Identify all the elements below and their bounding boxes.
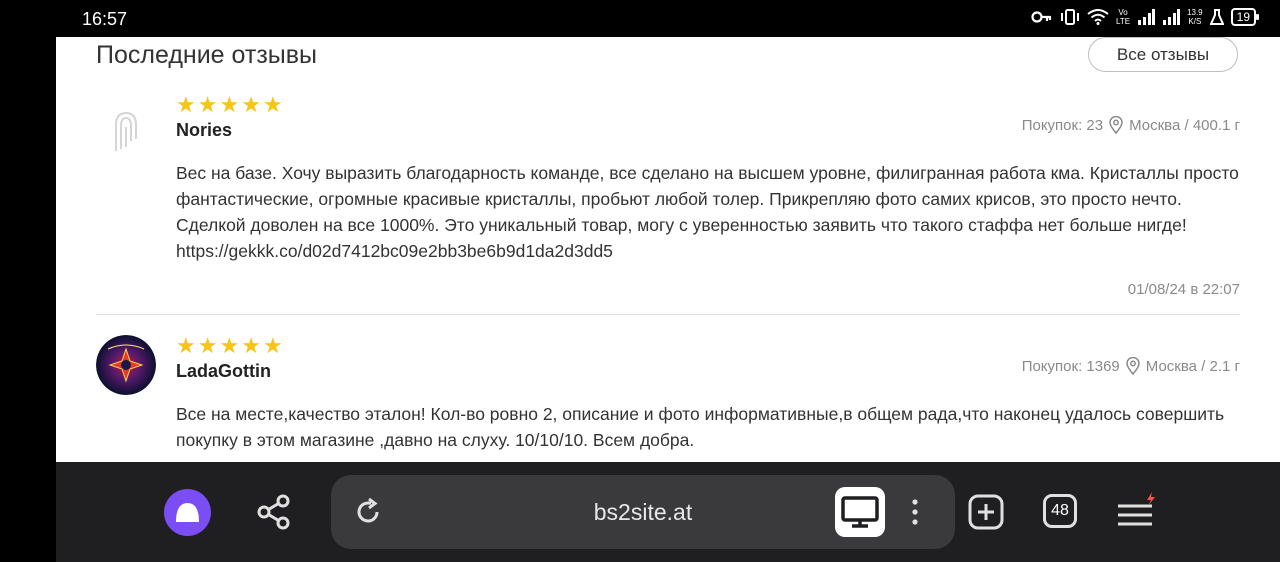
address-bar[interactable]: bs2site.at xyxy=(331,475,955,549)
status-icons: Vo LTE 13.9 K/S 19 xyxy=(1031,8,1260,26)
purchase-count: Покупок: 23 xyxy=(1021,116,1104,134)
more-vertical-icon[interactable] xyxy=(909,497,921,527)
purchase-count: Покупок: 1369 xyxy=(1021,357,1120,375)
share-icon[interactable] xyxy=(256,494,292,530)
star-icon: ★ xyxy=(262,92,283,117)
location-weight: Москва / 2.1 г xyxy=(1145,357,1240,375)
alice-assistant-button[interactable] xyxy=(164,489,211,536)
wifi-icon xyxy=(1087,9,1109,25)
star-icon: ★ xyxy=(176,92,196,117)
volte-indicator: Vo LTE xyxy=(1115,8,1131,26)
review-card: ★ ★ ★ ★ ★ Nories Покупок: 23 Москва / 40… xyxy=(96,93,1240,313)
key-icon xyxy=(1031,11,1052,23)
signal-icon-1 xyxy=(1138,9,1156,25)
menu-icon[interactable] xyxy=(1116,492,1158,528)
star-icon: ★ xyxy=(241,333,261,358)
avatar[interactable] xyxy=(96,335,156,395)
star-icon: ★ xyxy=(241,92,261,117)
star-icon: ★ xyxy=(197,333,218,358)
web-page: Последние отзывы Все отзывы ★ ★ ★ ★ ★ No… xyxy=(56,37,1280,462)
new-tab-icon[interactable] xyxy=(968,494,1004,530)
monitor-icon xyxy=(841,496,879,528)
section-title: Последние отзывы xyxy=(96,41,318,69)
browser-toolbar: bs2site.at 48 xyxy=(56,462,1280,562)
review-text: Вес на базе. Хочу выразить благодарность… xyxy=(176,163,1239,261)
avatar-placeholder-icon xyxy=(115,111,137,151)
desktop-mode-button[interactable] xyxy=(835,487,885,537)
clock: 16:57 xyxy=(82,9,128,29)
all-reviews-button[interactable]: Все отзывы xyxy=(1088,37,1238,72)
signal-icon-2 xyxy=(1163,9,1181,25)
network-speed: 13.9 K/S xyxy=(1187,8,1203,26)
review-author[interactable]: LadaGottin xyxy=(176,361,271,382)
vibrate-icon xyxy=(1060,9,1079,25)
review-divider xyxy=(96,314,1240,315)
rating-stars: ★ ★ ★ ★ ★ xyxy=(176,333,283,358)
review-text: Все на месте,качество эталон! Кол-во ров… xyxy=(176,404,1225,450)
star-icon: ★ xyxy=(219,333,240,358)
review-card: ★ ★ ★ ★ ★ LadaGottin Покупок: 1369 Москв… xyxy=(96,334,1240,462)
review-meta: Покупок: 1369 Москва / 2.1 г xyxy=(1022,357,1240,375)
star-icon: ★ xyxy=(176,333,196,358)
flask-icon xyxy=(1209,9,1224,25)
location-pin-icon xyxy=(1109,116,1123,134)
star-icon: ★ xyxy=(197,92,218,117)
status-bar: 16:57 Vo LTE 13.9 K/S 19 xyxy=(0,0,1280,37)
review-author[interactable]: Nories xyxy=(176,120,232,141)
star-icon: ★ xyxy=(262,333,283,358)
location-pin-icon xyxy=(1126,357,1140,375)
star-icon: ★ xyxy=(219,92,240,117)
review-meta: Покупок: 23 Москва / 400.1 г xyxy=(1022,116,1240,134)
battery-indicator: 19 xyxy=(1230,8,1260,26)
tabs-counter-button[interactable]: 48 xyxy=(1043,494,1077,528)
rating-stars: ★ ★ ★ ★ ★ xyxy=(176,92,283,117)
location-weight: Москва / 400.1 г xyxy=(1129,116,1240,134)
review-date: 01/08/24 в 22:07 xyxy=(1127,281,1240,298)
alice-icon xyxy=(176,503,199,522)
